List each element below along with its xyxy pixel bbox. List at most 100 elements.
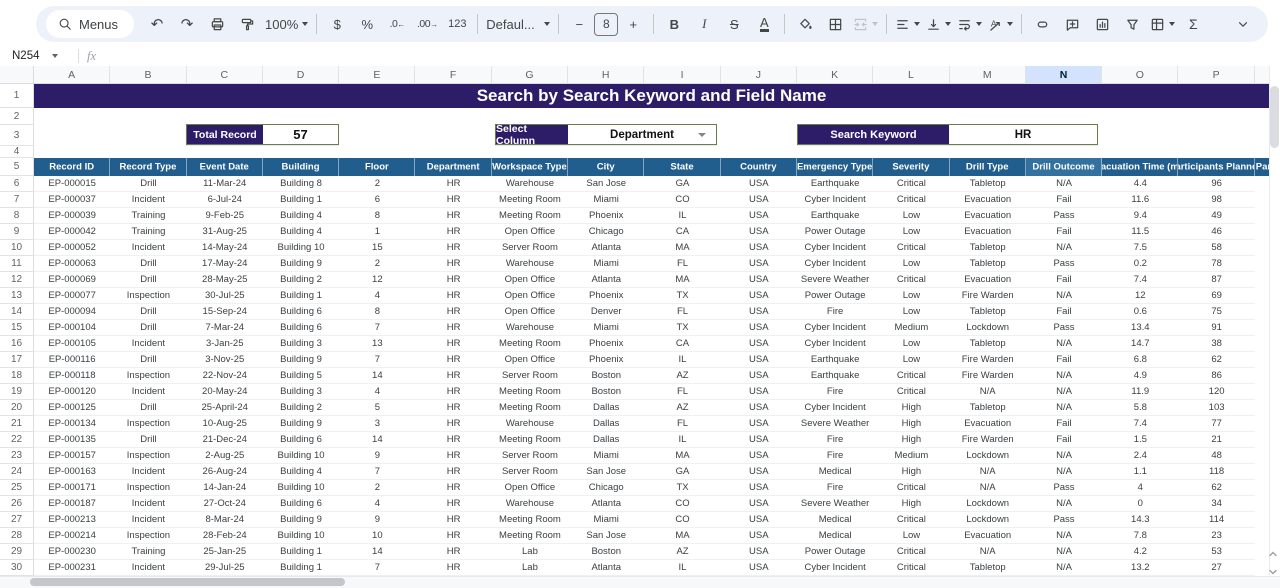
row-header-21[interactable]: 21 <box>0 416 34 432</box>
table-cell[interactable]: 17-May-24 <box>187 256 263 271</box>
table-cell[interactable]: Phoenix <box>568 352 644 367</box>
table-cell[interactable]: Tabletop <box>950 560 1026 575</box>
table-cell[interactable]: Cyber Incident <box>797 240 873 255</box>
row-header-29[interactable]: 29 <box>0 544 34 560</box>
table-cell[interactable]: Meeting Room <box>492 192 568 207</box>
table-cell[interactable]: Tabletop <box>950 240 1026 255</box>
collapse-toolbar-button[interactable] <box>1228 11 1258 37</box>
row-header-22[interactable]: 22 <box>0 432 34 448</box>
table-cell[interactable]: EP-000120 <box>34 384 110 399</box>
row-header-28[interactable]: 28 <box>0 528 34 544</box>
table-cell[interactable]: 7.4 <box>1102 272 1178 287</box>
table-cell[interactable]: EP-000015 <box>34 176 110 191</box>
table-cell[interactable]: 22-Nov-24 <box>187 368 263 383</box>
table-cell[interactable]: Fire Warden <box>950 352 1026 367</box>
create-filter-button[interactable] <box>1117 11 1147 37</box>
table-cell[interactable]: Power Outage <box>797 288 873 303</box>
table-cell[interactable]: N/A <box>1026 176 1102 191</box>
table-cell[interactable]: Evacuation <box>950 208 1026 223</box>
increase-font-size-button[interactable]: + <box>618 11 648 37</box>
table-header-cell[interactable]: Workspace Type <box>492 158 568 176</box>
table-cell[interactable]: 69 <box>1178 288 1254 303</box>
table-cell[interactable]: 3-Jan-25 <box>187 336 263 351</box>
table-cell[interactable]: HR <box>415 384 491 399</box>
table-cell[interactable]: HR <box>415 448 491 463</box>
table-cell[interactable]: Critical <box>873 384 949 399</box>
table-cell[interactable]: EP-000104 <box>34 320 110 335</box>
table-cell[interactable]: Meeting Room <box>492 384 568 399</box>
table-cell[interactable]: Critical <box>873 480 949 495</box>
table-cell[interactable]: Dallas <box>568 432 644 447</box>
row-header-14[interactable]: 14 <box>0 304 34 320</box>
name-box[interactable]: N254 <box>0 50 70 62</box>
table-cell[interactable]: Evacuation <box>950 416 1026 431</box>
table-cell[interactable]: 9 <box>339 448 415 463</box>
column-header-F[interactable]: F <box>415 66 491 84</box>
table-cell[interactable]: 4.4 <box>1102 176 1178 191</box>
table-cell[interactable]: 11.9 <box>1102 384 1178 399</box>
horizontal-scrollbar-thumb[interactable] <box>30 578 345 586</box>
font-selector[interactable]: Defaul... <box>483 11 553 37</box>
table-cell[interactable]: MA <box>644 448 720 463</box>
table-cell[interactable]: 4 <box>339 496 415 511</box>
table-cell[interactable]: Inspection <box>110 368 186 383</box>
row-header-24[interactable]: 24 <box>0 464 34 480</box>
column-header-K[interactable]: K <box>797 66 873 84</box>
table-cell[interactable]: Drill <box>110 256 186 271</box>
row-header-5[interactable]: 5 <box>0 158 34 176</box>
table-cell[interactable]: 26-Aug-24 <box>187 464 263 479</box>
table-cell[interactable]: EP-000157 <box>34 448 110 463</box>
row-header-13[interactable]: 13 <box>0 288 34 304</box>
table-cell[interactable]: Incident <box>110 512 186 527</box>
table-cell[interactable]: Meeting Room <box>492 336 568 351</box>
vertical-scrollbar-thumb[interactable] <box>1270 86 1279 148</box>
table-cell[interactable]: Incident <box>110 496 186 511</box>
table-cell[interactable]: 1 <box>339 224 415 239</box>
table-cell[interactable]: HR <box>415 192 491 207</box>
table-cell[interactable]: 15 <box>339 240 415 255</box>
table-cell[interactable]: CO <box>644 512 720 527</box>
search-keyword-input[interactable]: HR <box>949 125 1097 144</box>
table-cell[interactable]: AZ <box>644 544 720 559</box>
table-cell[interactable]: N/A <box>1026 384 1102 399</box>
table-cell[interactable]: Fire <box>797 432 873 447</box>
table-header-cell[interactable]: Drill Type <box>950 158 1026 176</box>
table-cell[interactable]: Critical <box>873 176 949 191</box>
table-cell[interactable]: 30-Jul-25 <box>187 288 263 303</box>
table-cell[interactable]: High <box>873 464 949 479</box>
table-cell[interactable]: 10-Aug-25 <box>187 416 263 431</box>
table-cell[interactable]: Fail <box>1026 272 1102 287</box>
format-currency-button[interactable]: $ <box>322 11 352 37</box>
table-cell[interactable]: 13.2 <box>1102 560 1178 575</box>
table-cell[interactable]: 23 <box>1178 528 1254 543</box>
table-cell[interactable]: Fail <box>1026 416 1102 431</box>
table-cell[interactable]: Drill <box>110 304 186 319</box>
table-cell[interactable]: Low <box>873 208 949 223</box>
table-cell[interactable]: 4.9 <box>1102 368 1178 383</box>
table-cell[interactable]: CA <box>644 224 720 239</box>
table-cell[interactable]: HR <box>415 480 491 495</box>
column-header-I[interactable]: I <box>644 66 720 84</box>
table-header-cell[interactable]: Record ID <box>34 158 110 176</box>
table-cell[interactable]: Drill <box>110 400 186 415</box>
table-cell[interactable]: 11.6 <box>1102 192 1178 207</box>
table-cell[interactable]: IL <box>644 208 720 223</box>
table-cell[interactable]: HR <box>415 400 491 415</box>
table-cell[interactable]: USA <box>721 272 797 287</box>
table-cell[interactable]: Fail <box>1026 432 1102 447</box>
table-cell[interactable]: FL <box>644 416 720 431</box>
table-cell[interactable]: Meeting Room <box>492 512 568 527</box>
print-button[interactable] <box>202 11 232 37</box>
table-cell[interactable]: TX <box>644 288 720 303</box>
table-cell[interactable]: 6.8 <box>1102 352 1178 367</box>
merge-cells-button[interactable] <box>850 11 881 37</box>
table-cell[interactable]: Building 5 <box>263 368 339 383</box>
column-header-B[interactable]: B <box>110 66 186 84</box>
table-cell[interactable]: Lockdown <box>950 496 1026 511</box>
table-header-cell[interactable]: Participants Planned <box>1178 158 1254 176</box>
table-cell[interactable]: EP-000063 <box>34 256 110 271</box>
table-cell[interactable]: Phoenix <box>568 208 644 223</box>
table-cell[interactable]: HR <box>415 528 491 543</box>
fill-color-button[interactable] <box>790 11 820 37</box>
table-cell[interactable]: HR <box>415 416 491 431</box>
